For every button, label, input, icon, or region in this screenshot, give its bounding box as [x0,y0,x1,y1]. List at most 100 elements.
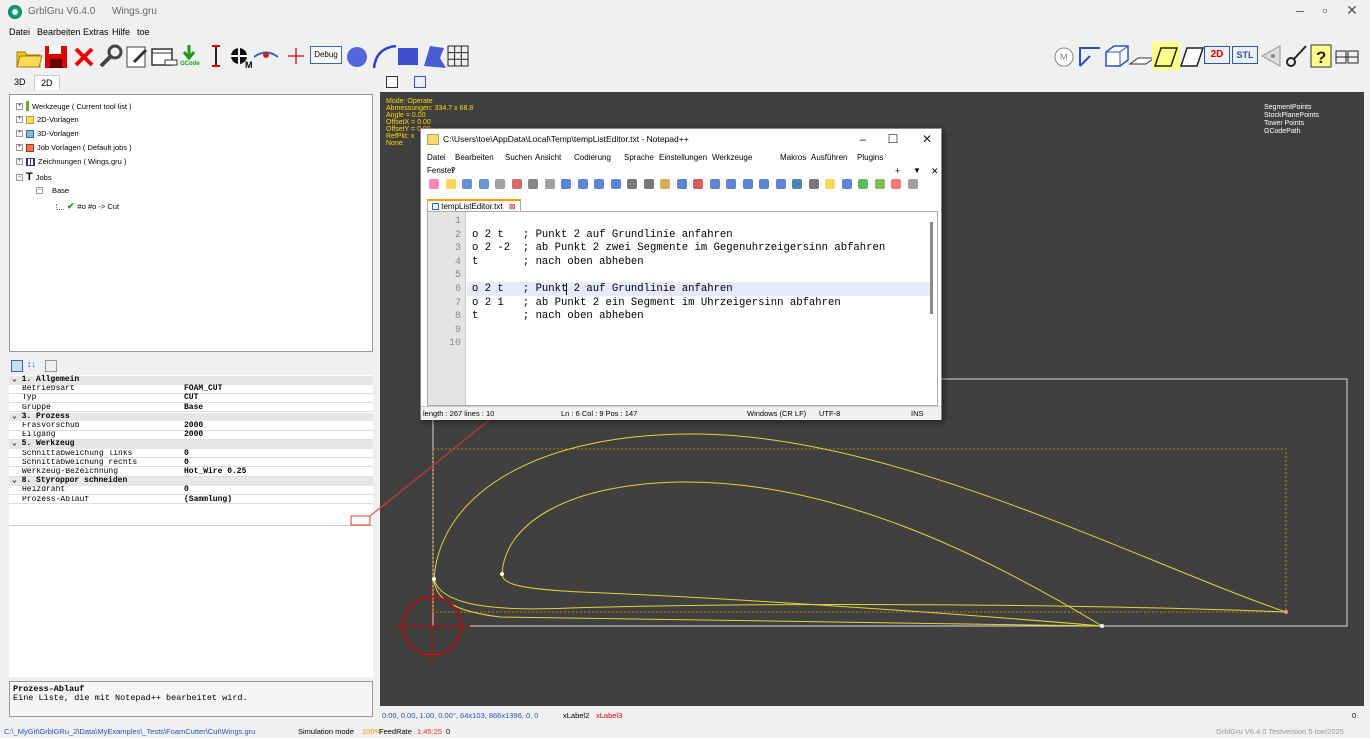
expand-icon[interactable]: + [16,102,23,110]
notepad-close-icon[interactable]: ✕ [917,132,937,146]
tree-item-3d-vorlagen[interactable]: +3D-Vorlagen [16,129,79,138]
notepad-toolbar-icon[interactable] [462,179,472,189]
notepad-toolbar-icon[interactable] [429,179,439,189]
tab-close-icon[interactable]: ⊠ [509,202,516,211]
edit-document-icon[interactable] [124,42,152,70]
expand-icon[interactable]: + [16,130,23,137]
notepad-toolbar-icon[interactable] [495,179,505,189]
notepad-plus-icon[interactable]: + [895,166,900,176]
tree-item-job-vorlagen[interactable]: + Job Vorlagen ( Default jobs ) [16,143,132,152]
sort-alpha-icon[interactable]: ↕↓ [27,359,36,369]
maximize-icon[interactable]: ▫ [1315,2,1335,18]
property-value[interactable]: CUT [184,394,198,403]
notepad-menu-item[interactable]: Ansicht [535,153,561,162]
tab-2d[interactable]: 2D [34,75,60,90]
encoding-status[interactable]: UTF-8 [819,409,840,418]
property-value[interactable]: 2000 [184,431,203,440]
notepad-toolbar-icon[interactable] [858,179,868,189]
notepad-dropdown-icon[interactable]: ▼ [913,166,921,175]
expand-icon[interactable]: + [16,158,23,165]
scrollbar[interactable] [930,222,933,314]
notepad-toolbar-icon[interactable] [874,179,885,189]
path-arrow-icon[interactable] [252,42,280,70]
plane-xy-icon[interactable] [1152,42,1180,70]
property-value[interactable]: 0 [184,486,189,495]
gcode-download-icon[interactable]: GCode [178,42,206,70]
minimize-icon[interactable]: – [1290,2,1310,18]
notepad-minimize-icon[interactable]: – [853,132,873,146]
code-line[interactable]: o 2 1 ; ab Punkt 2 ein Segment im Uhrzei… [472,297,841,309]
eol-status[interactable]: Windows (CR LF) [747,409,806,418]
menu-datei[interactable]: Datei [9,27,30,37]
notepad-toolbar-icon[interactable] [544,179,555,189]
machine-m-icon[interactable]: M [1050,42,1078,70]
notepad-toolbar-icon[interactable] [808,179,819,189]
notepad-toolbar-icon[interactable] [825,179,835,189]
notepad-menu-item[interactable]: Makros [780,153,806,162]
notepad-toolbar-icon[interactable] [528,179,538,189]
property-value[interactable]: 0 [184,449,189,459]
property-category[interactable]: ⌄ 8. Styroppor schneiden [9,476,373,486]
tab-3d[interactable]: 3D [8,75,32,90]
property-row[interactable]: Heizdraht 0 [9,486,373,495]
window-icon[interactable] [150,42,178,70]
property-pages-icon[interactable] [45,360,57,372]
notepad-toolbar-icon[interactable] [577,179,588,189]
notepad-toolbar-icon[interactable] [643,179,654,189]
collapse-icon[interactable]: − [36,187,43,194]
notepad-toolbar-icon[interactable] [676,179,687,189]
notepad-toolbar-icon[interactable] [660,179,670,189]
crosshair-icon[interactable] [283,42,311,70]
code-line[interactable]: o 2 t ; Punkt 2 auf Grundlinie anfahren [472,229,733,241]
tree-item-jobs[interactable]: − T Jobs [16,171,52,183]
notepad-menu-item[interactable]: Bearbeiten [455,153,494,162]
notepad-toolbar-icon[interactable] [627,179,637,189]
notepad-menu-item[interactable]: ? [451,166,455,175]
notepad-toolbar-icon[interactable] [610,179,621,189]
notepad-toolbar-icon[interactable] [445,179,456,189]
help-icon[interactable]: ? [1308,42,1336,70]
layout-icon[interactable] [1334,42,1362,70]
notepad-toolbar-icon[interactable] [709,179,720,189]
delete-icon[interactable] [71,42,99,70]
notepad-menu-item[interactable]: Plugins [857,153,883,162]
notepad-maximize-icon[interactable]: ☐ [883,132,903,146]
notepad-toolbar-icon[interactable] [594,179,604,189]
notepad-tabclose-icon[interactable]: ✕ [931,166,939,177]
circle-shape-icon[interactable] [344,42,372,70]
plane-yz-icon[interactable] [1178,42,1206,70]
tree-item-cut-job[interactable]: ✔ #o #o -> Cut [56,201,119,212]
stl-button[interactable]: STL [1232,46,1258,64]
notepad-menu-item[interactable]: Sprache [624,153,654,162]
open-folder-icon[interactable] [15,42,43,70]
notepad-toolbar-icon[interactable] [792,179,802,189]
notepad-toolbar-icon[interactable] [742,179,753,189]
collapse-icon[interactable]: − [16,173,23,181]
notepad-toolbar-icon[interactable] [511,179,522,189]
notepad-toolbar-icon[interactable] [841,179,852,189]
view-option-icon[interactable] [386,76,398,88]
axes-icon[interactable] [1076,42,1104,70]
menu-bearbeiten[interactable]: Bearbeiten [37,27,81,37]
view-2d-button[interactable]: 2D [1204,46,1230,64]
collapse-chevron-icon[interactable]: ⌄ [12,439,22,449]
property-row[interactable]: Schnittabweichung links 0 [9,449,373,459]
notepad-toolbar-icon[interactable] [891,179,901,189]
collapse-chevron-icon[interactable]: ⌄ [12,412,22,421]
notepad-toolbar-icon[interactable] [759,179,769,189]
debug-button[interactable]: Debug [310,46,342,64]
property-row[interactable]: Prozess-Ablauf (Sammlung) [9,495,373,505]
notepad-toolbar-icon[interactable] [561,179,571,189]
collapse-chevron-icon[interactable]: ⌄ [12,375,22,384]
code-line[interactable]: o 2 -2 ; ab Punkt 2 zwei Segmente im Geg… [472,242,885,254]
notepad-menu-item[interactable]: Einstellungen [659,153,707,162]
code-line[interactable]: t ; nach oben abheben [472,310,644,322]
notepad-toolbar-icon[interactable] [775,179,786,189]
machine-home-icon[interactable]: M [226,42,254,70]
expand-icon[interactable]: + [16,116,23,123]
categorized-icon[interactable] [11,360,23,372]
menu-toe[interactable]: toe [137,27,150,37]
expand-icon[interactable]: + [16,144,23,151]
notepad-menu-item[interactable]: Suchen [505,153,532,162]
property-row[interactable]: Typ CUT [9,394,373,403]
